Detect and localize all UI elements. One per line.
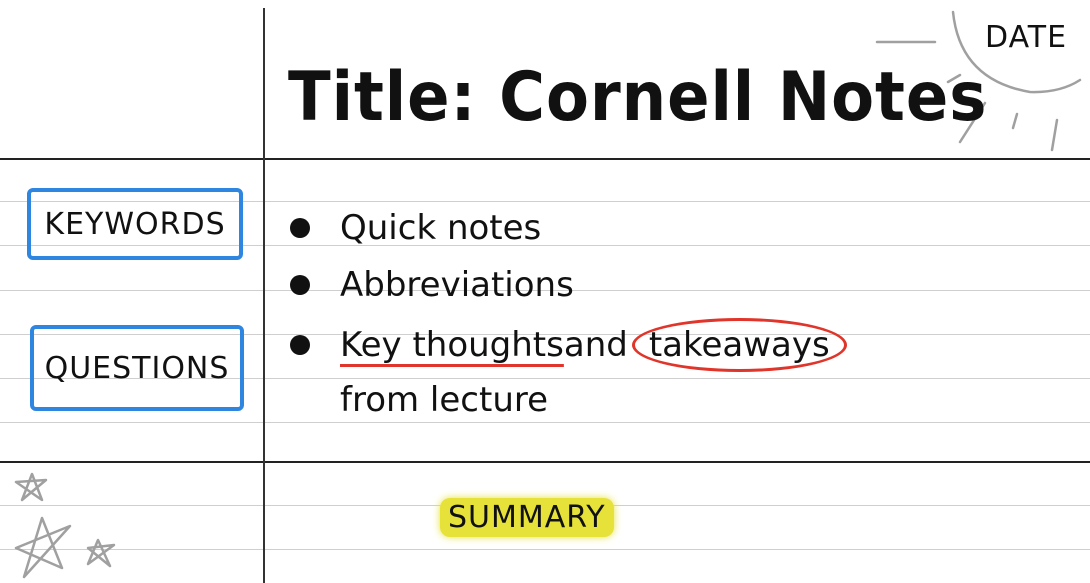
cue-label: QUESTIONS (44, 350, 230, 386)
list-item-continuation: from lecture (340, 380, 549, 420)
list-item: Key thoughts and takeaways (290, 318, 847, 372)
underlined-text: Key thoughts (340, 325, 564, 365)
list-item: Abbreviations (290, 265, 574, 305)
list-item: Quick notes (290, 208, 541, 248)
star-doodle-icon (14, 472, 116, 579)
page-title: Title: Cornell Notes (288, 58, 988, 137)
bullet-icon (290, 218, 310, 238)
list-item-text: Abbreviations (340, 265, 574, 305)
date-label: DATE (985, 20, 1068, 55)
list-item-text: Quick notes (340, 208, 542, 248)
bullet-icon (290, 275, 310, 295)
cue-questions: QUESTIONS (30, 325, 244, 411)
list-item-text: and (563, 325, 628, 365)
circled-text: takeaways (631, 318, 847, 372)
bullet-icon (290, 335, 310, 355)
cue-keywords: KEYWORDS (27, 188, 243, 260)
cue-label: KEYWORDS (44, 206, 226, 242)
summary-highlight: SUMMARY (440, 498, 614, 537)
